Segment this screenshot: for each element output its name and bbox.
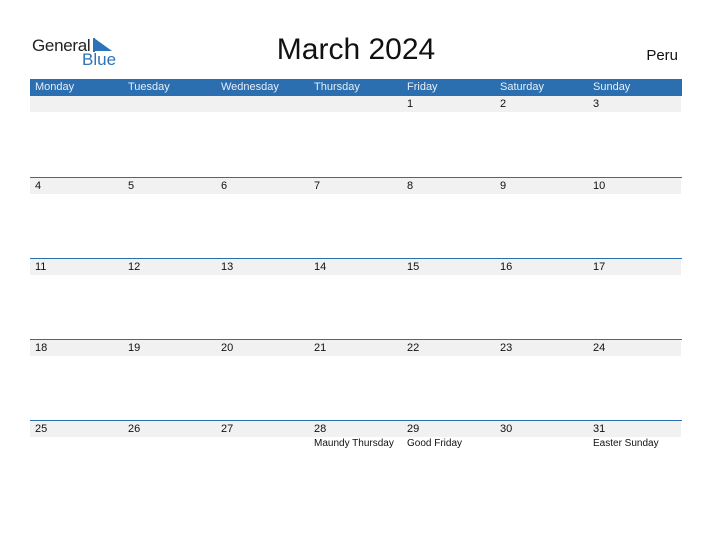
day-cell: 8: [402, 178, 495, 258]
day-cell: 19: [123, 340, 216, 420]
day-cell: 27: [216, 421, 309, 501]
day-cell: 29 Good Friday: [402, 421, 495, 501]
day-number: 21: [314, 342, 327, 354]
week-row: 1 2 3: [30, 96, 682, 177]
day-number: 5: [128, 180, 135, 192]
weekday-header: Monday Tuesday Wednesday Thursday Friday Satu…: [30, 79, 682, 96]
day-number: 25: [35, 423, 48, 435]
day-cell: 4: [30, 178, 123, 258]
day-cell: 5: [123, 178, 216, 258]
day-number: 23: [500, 342, 513, 354]
day-number: 8: [407, 180, 414, 192]
day-cell: [30, 96, 123, 177]
day-number: 13: [221, 261, 234, 273]
week-row: 4 5 6 7 8 9 10: [30, 177, 682, 258]
calendar: Monday Tuesday Wednesday Thursday Friday Satu…: [30, 79, 682, 501]
week-row: 11 12 13 14 15 16 17: [30, 258, 682, 339]
day-number: 7: [314, 180, 321, 192]
page-title: March 2024: [276, 33, 436, 66]
day-cell: 25: [30, 421, 123, 501]
day-number: 2: [500, 98, 507, 110]
day-number: 30: [500, 423, 513, 435]
day-cell: [309, 96, 402, 177]
day-cell: 14: [309, 259, 402, 339]
day-cell: 16: [495, 259, 588, 339]
day-number: 9: [500, 180, 507, 192]
day-cell: 3: [588, 96, 681, 177]
day-number: 14: [314, 261, 327, 273]
day-cell: 11: [30, 259, 123, 339]
day-cell: 24: [588, 340, 681, 420]
day-cell: [216, 96, 309, 177]
day-number: 19: [128, 342, 141, 354]
day-cell: 26: [123, 421, 216, 501]
day-cell: 2: [495, 96, 588, 177]
day-cell: 18: [30, 340, 123, 420]
weekday-friday: Friday: [407, 81, 438, 93]
day-number: 17: [593, 261, 606, 273]
day-cell: 17: [588, 259, 681, 339]
weekday-sunday: Sunday: [593, 81, 631, 93]
day-cell: 21: [309, 340, 402, 420]
day-number: 31: [593, 423, 606, 435]
day-number: 20: [221, 342, 234, 354]
week-row: 25 26 27 28 Maundy Thursday 29 Good Friday 30 31…: [30, 420, 682, 501]
day-number: 28: [314, 423, 327, 435]
day-cell: 31 Easter Sunday: [588, 421, 681, 501]
day-cell: [123, 96, 216, 177]
day-cell: 22: [402, 340, 495, 420]
day-band: [30, 96, 123, 112]
day-cell: 9: [495, 178, 588, 258]
day-cell: 28 Maundy Thursday: [309, 421, 402, 501]
weekday-thursday: Thursday: [314, 81, 360, 93]
holiday-label: Good Friday: [407, 438, 463, 449]
holiday-label: Easter Sunday: [593, 438, 659, 449]
day-number: 12: [128, 261, 141, 273]
day-cell: 1: [402, 96, 495, 177]
holiday-label: Maundy Thursday: [314, 438, 394, 449]
country-label: Peru: [646, 47, 678, 64]
day-band: [309, 96, 402, 112]
day-number: 18: [35, 342, 48, 354]
day-cell: 23: [495, 340, 588, 420]
day-number: 1: [407, 98, 414, 110]
day-cell: 12: [123, 259, 216, 339]
calendar-weeks: 1 2 3 4 5 6 7 8 9 10 11 12 13 14 15 16 17 18 19 20 21 22 23 24 2…: [30, 96, 682, 501]
day-number: 3: [593, 98, 600, 110]
day-cell: 10: [588, 178, 681, 258]
day-number: 29: [407, 423, 420, 435]
day-number: 6: [221, 180, 228, 192]
day-cell: 15: [402, 259, 495, 339]
day-number: 27: [221, 423, 234, 435]
weekday-monday: Monday: [35, 81, 75, 93]
day-cell: 30: [495, 421, 588, 501]
day-cell: 13: [216, 259, 309, 339]
day-cell: 6: [216, 178, 309, 258]
day-number: 4: [35, 180, 42, 192]
day-cell: 7: [309, 178, 402, 258]
day-number: 10: [593, 180, 606, 192]
day-number: 16: [500, 261, 513, 273]
day-number: 26: [128, 423, 141, 435]
day-number: 22: [407, 342, 420, 354]
weekday-tuesday: Tuesday: [128, 81, 170, 93]
day-cell: 20: [216, 340, 309, 420]
weekday-saturday: Saturday: [500, 81, 545, 93]
day-band: [123, 96, 216, 112]
weekday-wednesday: Wednesday: [221, 81, 279, 93]
week-row: 18 19 20 21 22 23 24: [30, 339, 682, 420]
day-number: 24: [593, 342, 606, 354]
day-number: 15: [407, 261, 420, 273]
day-number: 11: [35, 261, 47, 273]
day-band: [216, 96, 309, 112]
